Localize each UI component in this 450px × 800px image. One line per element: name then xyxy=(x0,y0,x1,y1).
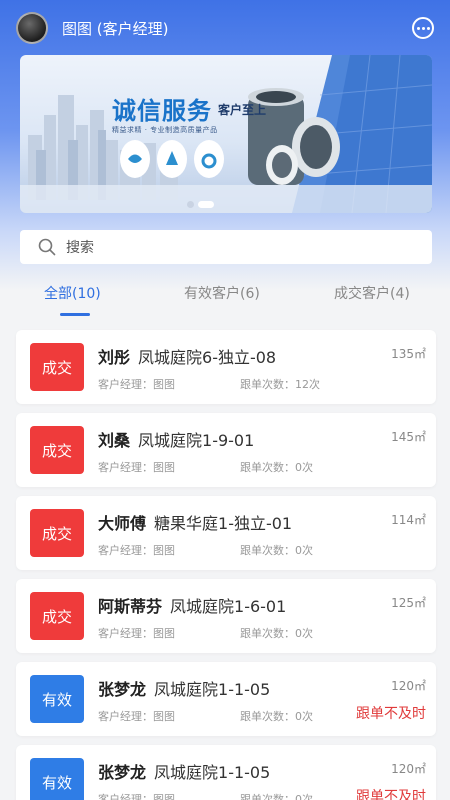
customer-name: 大师傅 xyxy=(98,514,147,533)
customer-address: 凤城庭院1-1-05 xyxy=(154,763,271,782)
manager-label: 客户经理：图图 xyxy=(98,710,175,723)
banner[interactable]: 诚信服务 客户至上 精益求精 · 专业制造高质量产品 xyxy=(20,55,432,213)
house-area: 125㎡ xyxy=(391,596,426,610)
follow-count: 跟单次数：0次 xyxy=(240,544,313,557)
app-header: 图图 (客户经理) xyxy=(0,0,450,56)
customer-address: 凤城庭院1-6-01 xyxy=(170,597,287,616)
follow-count: 跟单次数：12次 xyxy=(240,378,320,391)
customer-name-line: 张梦龙 凤城庭院1-1-05 xyxy=(98,759,270,783)
follow-count: 跟单次数：0次 xyxy=(240,627,313,640)
search-input[interactable]: 搜索 xyxy=(20,230,432,264)
manager-label: 客户经理：图图 xyxy=(98,461,175,474)
banner-title: 诚信服务 xyxy=(112,97,212,125)
customer-name: 张梦龙 xyxy=(98,680,147,699)
customer-name-line: 张梦龙 凤城庭院1-1-05 xyxy=(98,676,270,700)
house-area: 145㎡ xyxy=(391,430,426,444)
status-badge: 成交 xyxy=(30,343,84,391)
house-area: 114㎡ xyxy=(391,513,426,527)
manager-label: 客户经理：图图 xyxy=(98,544,175,557)
carousel-indicator[interactable] xyxy=(187,201,214,208)
manager-label: 客户经理：图图 xyxy=(98,793,175,800)
customer-name-line: 刘彤 凤城庭院6-独立-08 xyxy=(98,344,276,368)
customer-name-line: 大师傅 糖果华庭1-独立-01 xyxy=(98,510,292,534)
customer-card[interactable]: 有效 张梦龙 凤城庭院1-1-05 120㎡ 客户经理：图图 跟单次数：0次 跟单… xyxy=(16,662,436,736)
status-badge: 成交 xyxy=(30,509,84,557)
status-badge: 有效 xyxy=(30,675,84,723)
banner-illustration xyxy=(20,55,432,213)
house-area: 120㎡ xyxy=(391,762,426,776)
tab-all[interactable]: 全部(10) xyxy=(44,283,101,303)
customer-address: 凤城庭院1-9-01 xyxy=(138,431,255,450)
house-area: 120㎡ xyxy=(391,679,426,693)
avatar[interactable] xyxy=(16,12,48,44)
follow-warning: 跟单不及时 xyxy=(356,789,426,800)
tab-valid-customers[interactable]: 有效客户(6) xyxy=(184,283,260,303)
status-badge: 成交 xyxy=(30,592,84,640)
manager-label: 客户经理：图图 xyxy=(98,378,175,391)
customer-name: 阿斯蒂芬 xyxy=(98,597,163,616)
banner-subtitle: 客户至上 xyxy=(218,103,267,117)
page-title: 图图 (客户经理) xyxy=(62,19,169,38)
tab-deal-customers[interactable]: 成交客户(4) xyxy=(334,283,410,303)
house-area: 135㎡ xyxy=(391,347,426,361)
status-badge: 有效 xyxy=(30,758,84,800)
follow-warning: 跟单不及时 xyxy=(356,706,426,722)
follow-count: 跟单次数：0次 xyxy=(240,710,313,723)
carousel-dot[interactable] xyxy=(187,201,194,208)
follow-count: 跟单次数：0次 xyxy=(240,461,313,474)
status-badge: 成交 xyxy=(30,426,84,474)
carousel-dot-active[interactable] xyxy=(198,201,214,208)
customer-address: 凤城庭院6-独立-08 xyxy=(138,348,277,367)
customer-address: 糖果华庭1-独立-01 xyxy=(154,514,293,533)
customer-card[interactable]: 成交 刘桑 凤城庭院1-9-01 145㎡ 客户经理：图图 跟单次数：0次 xyxy=(16,413,436,487)
customer-card[interactable]: 有效 张梦龙 凤城庭院1-1-05 120㎡ 客户经理：图图 跟单次数：0次 跟单… xyxy=(16,745,436,800)
more-icon[interactable] xyxy=(412,17,434,39)
customer-name-line: 刘桑 凤城庭院1-9-01 xyxy=(98,427,254,451)
tab-indicator xyxy=(60,313,90,316)
filter-tabs: 全部(10) 有效客户(6) 成交客户(4) xyxy=(0,283,450,319)
manager-label: 客户经理：图图 xyxy=(98,627,175,640)
customer-card[interactable]: 成交 大师傅 糖果华庭1-独立-01 114㎡ 客户经理：图图 跟单次数：0次 xyxy=(16,496,436,570)
customer-card[interactable]: 成交 刘彤 凤城庭院6-独立-08 135㎡ 客户经理：图图 跟单次数：12次 xyxy=(16,330,436,404)
search-icon xyxy=(38,238,56,256)
customer-address: 凤城庭院1-1-05 xyxy=(154,680,271,699)
banner-description: 精益求精 · 专业制造高质量产品 xyxy=(112,126,218,134)
customer-name-line: 阿斯蒂芬 凤城庭院1-6-01 xyxy=(98,593,286,617)
customer-name: 刘彤 xyxy=(98,348,131,367)
search-placeholder: 搜索 xyxy=(66,240,94,256)
customer-card[interactable]: 成交 阿斯蒂芬 凤城庭院1-6-01 125㎡ 客户经理：图图 跟单次数：0次 xyxy=(16,579,436,653)
customer-name: 张梦龙 xyxy=(98,763,147,782)
follow-count: 跟单次数：0次 xyxy=(240,793,313,800)
customer-name: 刘桑 xyxy=(98,431,131,450)
